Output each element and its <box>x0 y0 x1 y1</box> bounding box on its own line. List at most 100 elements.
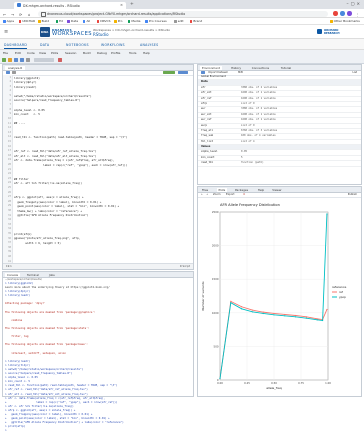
url-field[interactable]: dnanexus.cloud/workspaces/project-GfbYX-… <box>38 10 328 17</box>
data-point <box>219 378 221 380</box>
nav-tab-workflows[interactable]: WORKFLOWS <box>101 43 125 47</box>
nav-tab-analyses[interactable]: ANALYSES <box>140 43 159 47</box>
nav-tab-data[interactable]: DATA <box>40 43 49 47</box>
cursor-position: 19:1 <box>6 264 12 268</box>
bookmark-item[interactable]: Pro Courses <box>145 19 167 23</box>
load-workspace-icon[interactable] <box>201 70 205 74</box>
bookmark-item[interactable]: UNCHAR <box>18 19 35 23</box>
more-menu-icon[interactable]: ⋮ <box>356 12 360 17</box>
open-project-icon[interactable] <box>8 58 12 62</box>
variable-name: alpha_level <box>201 150 218 154</box>
bookmark-item[interactable]: Ed <box>55 19 63 23</box>
new-file-icon[interactable] <box>2 58 6 62</box>
close-icon[interactable]: × <box>120 3 123 7</box>
tab-jobs[interactable]: Jobs <box>47 273 57 277</box>
bookmark-item[interactable]: DRVCS <box>96 19 110 23</box>
hamburger-menu-icon[interactable]: ≡ <box>4 29 8 35</box>
variable-name: afr_ref <box>201 96 212 100</box>
variable-value: 0.05 <box>241 150 248 154</box>
home-icon[interactable]: ⌂ <box>28 12 30 17</box>
bookmark-icon <box>67 20 70 23</box>
bookmark-item[interactable]: Build <box>38 19 49 23</box>
data-point <box>241 308 243 310</box>
menu-view[interactable]: View <box>39 51 46 55</box>
file-type[interactable]: R Script <box>180 265 190 268</box>
variable-name: read_tbl <box>201 161 214 165</box>
back-icon[interactable]: ← <box>3 12 6 17</box>
print-icon[interactable] <box>26 58 30 62</box>
environment-row[interactable]: read_tbl function (path) <box>198 161 361 167</box>
menu-profile[interactable]: Profile <box>111 51 120 55</box>
data-point <box>241 306 243 308</box>
save-all-icon[interactable] <box>20 58 24 62</box>
save-icon[interactable] <box>6 70 10 74</box>
extension-icon[interactable] <box>340 11 345 16</box>
next-plot-icon[interactable]: → <box>206 193 208 196</box>
console-output[interactable]: > library(ggplot2) Learn more about the u… <box>5 282 191 433</box>
zoom-button[interactable]: Zoom <box>213 193 220 196</box>
extension-icon[interactable] <box>333 11 338 16</box>
bookmark-item[interactable]: Pro <box>114 19 122 23</box>
nav-tab-notebooks[interactable]: NOTEBOOKS <box>66 43 89 47</box>
menu-debug[interactable]: Debug <box>97 51 107 55</box>
url-text: dnanexus.cloud/workspaces/project-GfbYX-… <box>47 11 186 16</box>
list-view-toggle[interactable]: List <box>352 71 357 74</box>
menu-edit[interactable]: Edit <box>15 51 21 55</box>
bookmark-item[interactable]: edit <box>174 19 184 23</box>
data-point <box>305 316 307 318</box>
window-controls[interactable]: –▢× <box>346 1 362 6</box>
menu-code[interactable]: Code <box>27 51 35 55</box>
menu-session[interactable]: Session <box>65 51 76 55</box>
menu-tools[interactable]: Tools <box>129 51 136 55</box>
bookmark-item[interactable]: Media <box>127 19 141 24</box>
line-number: 21 <box>7 167 11 171</box>
tab-terminal[interactable]: Terminal <box>25 273 41 277</box>
delete-plot-icon[interactable]: ✕ <box>243 193 245 196</box>
run-button[interactable] <box>163 70 175 74</box>
code-area[interactable]: library(ggplot2) library(dplyr) library(re… <box>14 76 193 264</box>
bookmark-item[interactable]: Data <box>67 19 78 23</box>
variable-name: afrp <box>201 101 208 105</box>
line-number: 37 <box>7 241 11 245</box>
legend-label: ypop <box>339 295 346 299</box>
data-point <box>262 312 264 315</box>
go-to-file-input[interactable] <box>34 58 54 62</box>
export-button[interactable]: Export <box>226 193 235 196</box>
bookmark-item[interactable]: Other Bookmarks <box>330 19 360 23</box>
line-number: 15 <box>7 139 11 143</box>
menu-file[interactable]: File <box>3 51 8 55</box>
publish-button[interactable]: Publish <box>348 193 357 196</box>
search-icon[interactable] <box>12 70 16 74</box>
bookmark-label: Build <box>41 19 50 24</box>
line-number: 17 <box>7 149 11 153</box>
nav-tab-dashboard[interactable]: DASHBOARD <box>4 43 28 49</box>
environment-pane: Environment History Connections Tutorial Im… <box>197 64 362 185</box>
tab-console[interactable]: Console <box>5 272 21 277</box>
menu-build[interactable]: Build <box>83 51 91 55</box>
new-tab-icon[interactable]: + <box>130 2 134 7</box>
bookmark-item[interactable]: Brand <box>189 19 202 23</box>
memory-usage[interactable]: MiB <box>238 71 243 74</box>
bookmark-label: Media <box>131 19 141 24</box>
save-icon[interactable] <box>14 58 18 62</box>
browser-tab[interactable]: DX-mhgm-orchard-results - RStudio × <box>14 1 126 9</box>
reload-icon[interactable]: ⟳ <box>19 12 22 17</box>
bookmark-item[interactable]: All <box>82 19 90 23</box>
source-button[interactable] <box>178 70 188 74</box>
previous-plot-icon[interactable]: ← <box>201 193 203 196</box>
workspace-logo[interactable]: DNA <box>40 27 50 37</box>
y-tick-label: 1500 <box>212 277 219 281</box>
data-point <box>326 308 328 311</box>
menu-help[interactable]: Help <box>143 51 150 55</box>
profile-avatar[interactable] <box>347 11 352 16</box>
bookmark-item[interactable]: Apps <box>3 19 14 23</box>
variable-name: eurp <box>201 123 208 127</box>
addins-icon[interactable] <box>58 58 62 62</box>
import-dataset-button[interactable]: Import Dataset <box>208 71 228 74</box>
variable-value: 6760 obs. of 3 variables <box>241 128 278 132</box>
bookmark-label: Pro <box>117 19 123 24</box>
bookmark-icon <box>127 20 131 23</box>
variable-value: 1690 obs. of 1 variable <box>241 91 276 95</box>
forward-icon[interactable]: → <box>11 12 14 17</box>
menu-plots[interactable]: Plots <box>51 51 58 55</box>
